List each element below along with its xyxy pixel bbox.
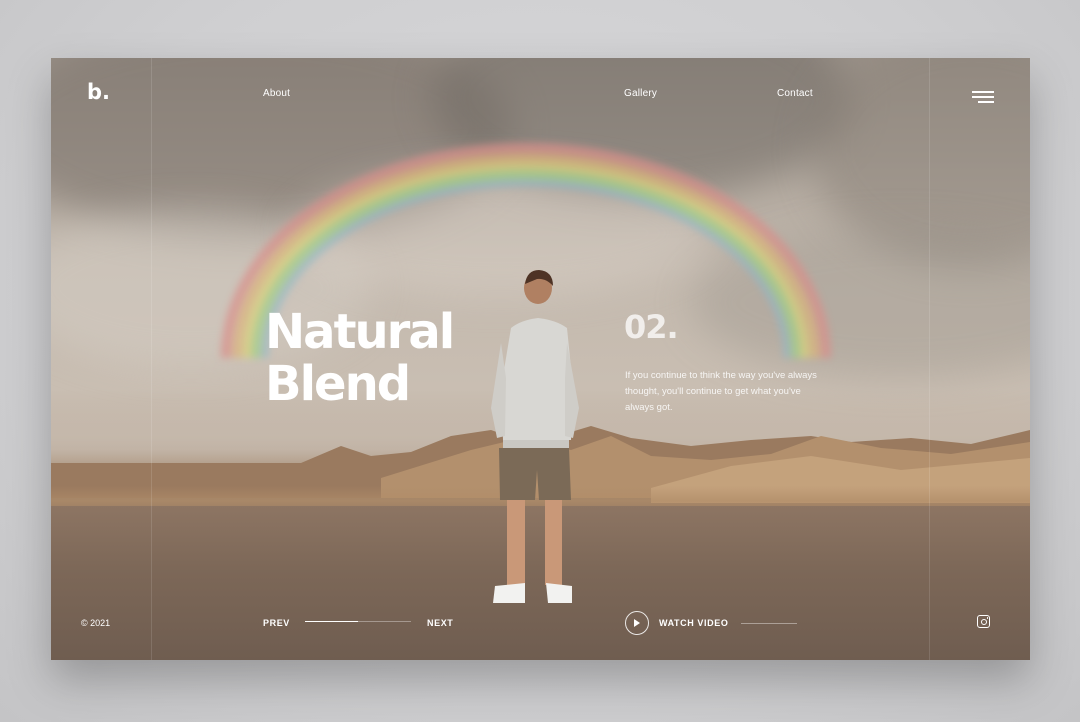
play-icon[interactable] — [625, 611, 649, 635]
watch-video-button[interactable]: WATCH VIDEO — [659, 618, 728, 628]
person-figure — [491, 270, 579, 603]
hero-description: If you continue to think the way you've … — [625, 370, 817, 413]
next-button[interactable]: NEXT — [427, 618, 453, 628]
hamburger-menu-icon[interactable] — [972, 91, 994, 103]
nav-about[interactable]: About — [263, 88, 290, 99]
slider-progress — [305, 621, 411, 622]
copyright: © 2021 — [81, 618, 111, 628]
nav-gallery[interactable]: Gallery — [624, 88, 657, 99]
brand-logo[interactable]: b. — [87, 80, 110, 104]
nav-contact[interactable]: Contact — [777, 88, 813, 99]
watch-video-line — [741, 623, 797, 624]
hero-title: Natural Blend — [265, 304, 455, 412]
hero-title-line1: Natural — [265, 304, 455, 360]
slide-number: 02. — [624, 308, 679, 346]
instagram-icon[interactable] — [977, 615, 990, 628]
hero-slide: b. About Gallery Contact Natural Blend 0… — [51, 58, 1030, 660]
slider-progress-fill — [305, 621, 358, 622]
hero-title-line2: Blend — [265, 356, 411, 412]
prev-button[interactable]: PREV — [263, 618, 290, 628]
